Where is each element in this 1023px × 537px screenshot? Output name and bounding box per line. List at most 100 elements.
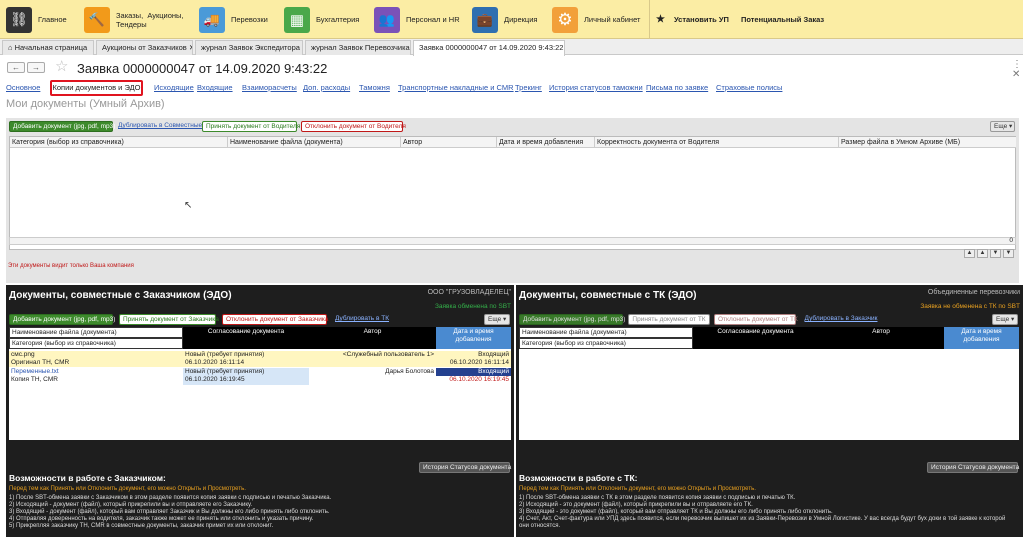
link-tracking[interactable]: Трекинг bbox=[515, 83, 542, 92]
briefcase-icon: 💼 bbox=[472, 6, 498, 33]
section-accounting[interactable]: ▦ Бухгалтерия bbox=[284, 4, 359, 35]
tab-auctions[interactable]: Аукционы от Заказчиков ✕ bbox=[96, 40, 193, 55]
section-label: Персонал и HR bbox=[406, 15, 460, 24]
move-bottom-button[interactable]: ▼ bbox=[1003, 249, 1014, 258]
help-line: 3) Входящий - документ (файл), который в… bbox=[9, 509, 330, 515]
calculator-icon: ▦ bbox=[284, 6, 310, 33]
add-document-button[interactable]: Добавить документ (jpg, pdf, mp3) bbox=[9, 314, 115, 325]
link-extra-costs[interactable]: Доп. расходы bbox=[303, 83, 350, 92]
more-button[interactable]: Еще ▾ bbox=[990, 121, 1015, 132]
potential-order-link[interactable]: Потенциальный Заказ bbox=[741, 15, 824, 24]
link-insurance[interactable]: Страховые полисы bbox=[716, 83, 782, 92]
chain-icon: ⛓ bbox=[6, 6, 32, 33]
column-header[interactable]: Категория (выбор из справочника) bbox=[10, 137, 228, 148]
section-cabinet[interactable]: ⚙ Личный кабинет bbox=[552, 4, 640, 35]
column-header[interactable]: Дата и время добавления bbox=[944, 327, 1019, 349]
help-line: они относятся. bbox=[519, 523, 561, 529]
reject-from-customer-button[interactable]: Отклонить документ от Заказчика bbox=[222, 314, 329, 325]
link-outgoing[interactable]: Исходящие bbox=[154, 83, 194, 92]
tab-home[interactable]: ⌂ Начальная страница bbox=[2, 40, 94, 55]
customer-name: ООО "ГРУЗОВЛАДЕЛЕЦ" bbox=[427, 289, 511, 296]
customer-docs-table[interactable]: Наименование файла (документа) Категория… bbox=[9, 327, 511, 440]
table-row[interactable]: смс.png Оригинал ТН, CMR Новый (требует … bbox=[9, 351, 511, 367]
accept-from-driver-button[interactable]: Принять документ от Водителя bbox=[202, 121, 300, 132]
row-direction: Входящий bbox=[436, 368, 511, 376]
section-orders[interactable]: 🔨 Заказы, Аукционы, Тендеры bbox=[84, 4, 184, 35]
link-letters[interactable]: Письма по заявке bbox=[646, 83, 708, 92]
archive-table[interactable]: Категория (выбор из справочника) Наимено… bbox=[9, 136, 1016, 250]
archive-table-footer: 0 bbox=[9, 237, 1016, 245]
link-settlements[interactable]: Взаиморасчеты bbox=[242, 83, 297, 92]
window-controls[interactable]: ⋮ ✕ bbox=[1012, 60, 1023, 80]
section-label: Личный кабинет bbox=[584, 15, 641, 24]
install-up-link[interactable]: Установить УП bbox=[674, 15, 729, 24]
sbt-status: Заявка не обменена с ТК по SBT bbox=[920, 303, 1020, 310]
move-top-button[interactable]: ▲ bbox=[964, 249, 975, 258]
column-header[interactable]: Дата и время добавления bbox=[497, 137, 595, 148]
more-button[interactable]: Еще ▾ bbox=[484, 314, 510, 325]
help-line: 3) Входящий - это документ (файл), котор… bbox=[519, 509, 833, 515]
section-label: Заказы, Аукционы, Тендеры bbox=[116, 10, 184, 29]
tab-forwarder-journal[interactable]: журнал Заявок Экспедитора ✕ bbox=[195, 40, 303, 55]
back-button[interactable]: ← bbox=[7, 62, 25, 73]
column-header[interactable]: Наименование файла (документа) bbox=[228, 137, 401, 148]
tk-docs-table[interactable]: Наименование файла (документа) Категория… bbox=[519, 327, 1019, 440]
section-transport[interactable]: 🚚 Перевозки bbox=[199, 4, 268, 35]
column-header[interactable]: Дата и время добавления bbox=[436, 327, 511, 349]
table-row[interactable]: Переменные.txt Копия ТН, CMR Новый (треб… bbox=[9, 368, 511, 385]
help-line: 1) После SBT-обмена заявки с Заказчиком … bbox=[9, 495, 332, 501]
forward-button[interactable]: → bbox=[27, 62, 45, 73]
section-hr[interactable]: 👥 Персонал и HR bbox=[374, 4, 460, 35]
column-header[interactable]: Категория (выбор из справочника) bbox=[9, 338, 183, 349]
link-main[interactable]: Основное bbox=[6, 83, 40, 92]
section-label: Главное bbox=[38, 15, 67, 24]
favorites-star-icon[interactable]: ★ bbox=[656, 14, 665, 25]
duplicate-to-tk-button[interactable]: Дублировать в ТК bbox=[332, 314, 390, 325]
tab-carrier-journal[interactable]: журнал Заявок Перевозчика ✕ bbox=[305, 40, 411, 55]
move-up-button[interactable]: ▲ bbox=[977, 249, 988, 258]
section-main[interactable]: ⛓ Главное bbox=[6, 4, 67, 35]
reject-from-tk-button[interactable]: Отклонить документ от ТК bbox=[714, 314, 798, 325]
gear-icon: ⚙ bbox=[552, 6, 578, 33]
archive-visibility-note: Эти документы видит только Ваша компания bbox=[8, 263, 134, 269]
help-line: 5) Прикрепляя заказчику ТН, CMR в совмес… bbox=[9, 523, 274, 529]
move-down-button[interactable]: ▼ bbox=[990, 249, 1001, 258]
link-copies-edo-active[interactable]: Копии документов и ЭДО bbox=[50, 80, 143, 96]
hammer-icon: 🔨 bbox=[84, 6, 110, 33]
row-date: 06.10.2020 16:11:14 bbox=[449, 359, 509, 366]
help-hint: Перед тем как Принять или Отклонить доку… bbox=[9, 486, 246, 492]
link-customs-history[interactable]: История статусов таможни bbox=[549, 83, 643, 92]
section-direction[interactable]: 💼 Дирекция bbox=[472, 4, 537, 35]
add-document-button[interactable]: Добавить документ (jpg, pdf, mp3) bbox=[9, 121, 115, 132]
archive-total: 0 bbox=[1009, 237, 1013, 244]
column-header[interactable]: Автор bbox=[818, 327, 944, 349]
add-document-button[interactable]: Добавить документ (jpg, pdf, mp3) bbox=[519, 314, 625, 325]
column-header[interactable]: Согласование документа bbox=[693, 327, 818, 349]
row-agreement: Новый (требует принятия) bbox=[185, 351, 265, 358]
column-header[interactable]: Автор bbox=[401, 137, 497, 148]
duplicate-to-shared-button[interactable]: Дублировать в Совместные bbox=[115, 121, 202, 132]
column-header[interactable]: Автор bbox=[309, 327, 436, 349]
accept-from-tk-button[interactable]: Принять документ от ТК bbox=[628, 314, 710, 325]
link-waybills-cmr[interactable]: Транспортные накладные и CMR bbox=[398, 83, 514, 92]
column-header[interactable]: Размер файла в Умном Архиве (МБ) bbox=[839, 137, 1016, 148]
link-incoming[interactable]: Входящие bbox=[197, 83, 233, 92]
more-button[interactable]: Еще ▾ bbox=[992, 314, 1018, 325]
link-customs[interactable]: Таможня bbox=[359, 83, 390, 92]
truck-icon: 🚚 bbox=[199, 6, 225, 33]
reject-from-driver-button[interactable]: Отклонить документ от Водителя bbox=[301, 121, 406, 132]
column-header[interactable]: Наименование файла (документа) bbox=[9, 327, 183, 338]
document-status-history-button[interactable]: История Статусов документа bbox=[927, 462, 1019, 473]
smart-archive-panel: Добавить документ (jpg, pdf, mp3) Дублир… bbox=[6, 118, 1019, 283]
favorite-star-icon[interactable]: ☆ bbox=[55, 59, 68, 74]
column-header[interactable]: Наименование файла (документа) bbox=[519, 327, 693, 338]
column-header[interactable]: Корректность документа от Водителя bbox=[595, 137, 839, 148]
section-label: Дирекция bbox=[504, 15, 538, 24]
mouse-cursor-icon: ↖ bbox=[184, 200, 193, 211]
tab-order-47[interactable]: Заявка 0000000047 от 14.09.2020 9:43:22 … bbox=[413, 40, 565, 56]
column-header[interactable]: Категория (выбор из справочника) bbox=[519, 338, 693, 349]
column-header[interactable]: Согласование документа bbox=[183, 327, 309, 349]
duplicate-to-customer-button[interactable]: Дублировать в Заказчик bbox=[800, 314, 882, 325]
accept-from-customer-button[interactable]: Принять документ от Заказчика bbox=[119, 314, 219, 325]
document-status-history-button[interactable]: История Статусов документа bbox=[419, 462, 511, 473]
